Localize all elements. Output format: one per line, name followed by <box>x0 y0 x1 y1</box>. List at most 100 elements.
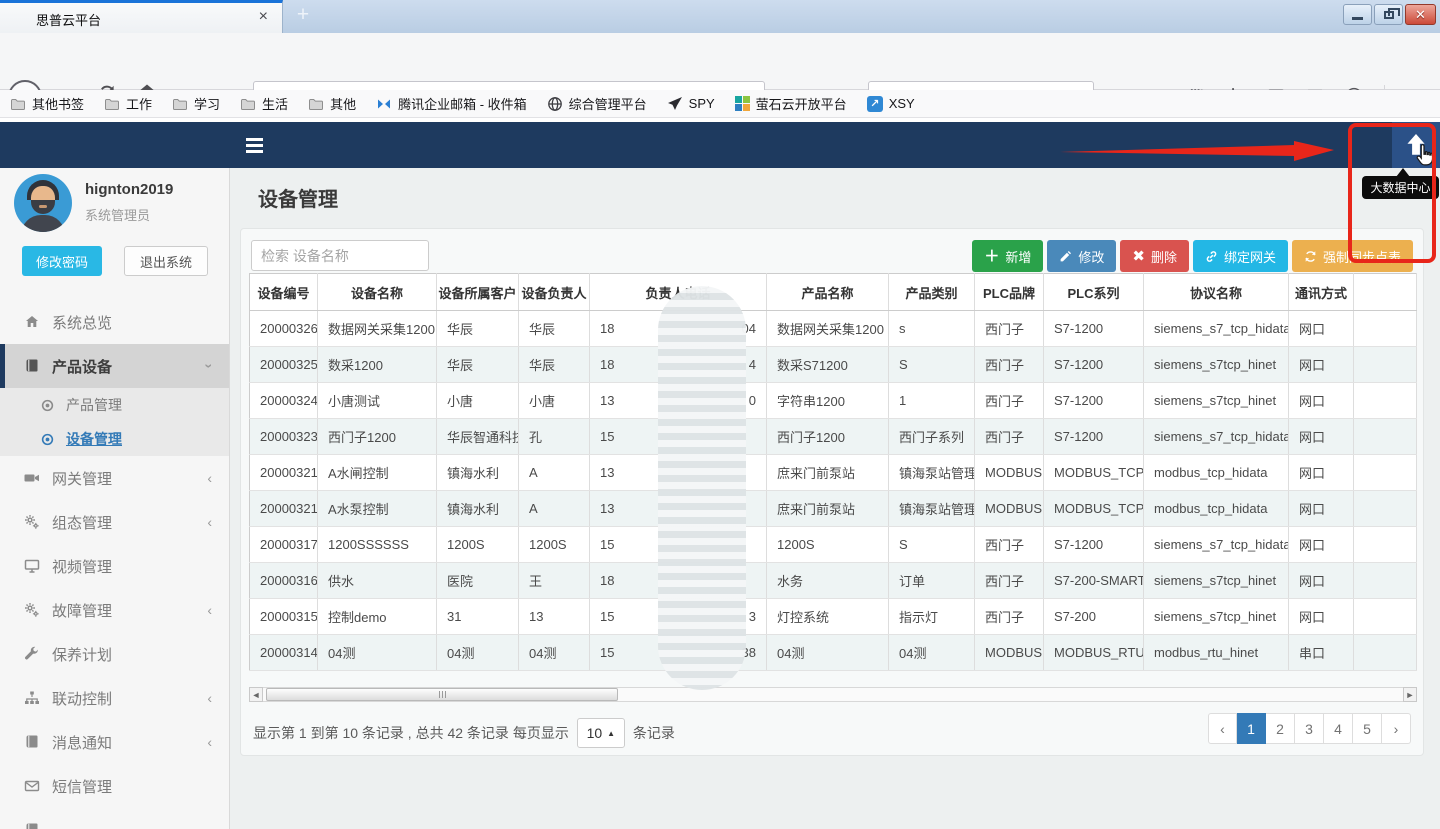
cell-comm: 串口 <box>1289 635 1354 671</box>
cell-comm: 网口 <box>1289 527 1354 563</box>
delete-button[interactable]: ✖删除 <box>1120 240 1189 272</box>
column-header[interactable]: 设备编号 <box>250 274 318 311</box>
bind-gateway-button[interactable]: 绑定网关 <box>1193 240 1288 272</box>
bookmark-item[interactable]: 学习 <box>172 94 220 113</box>
column-header[interactable]: 产品名称 <box>767 274 889 311</box>
tab-close-icon[interactable]: × <box>259 8 268 26</box>
cell-owner: 13 <box>519 599 590 635</box>
sidebar-item-gateway-mgmt[interactable]: 网关管理‹ <box>0 456 230 500</box>
bookmark-item[interactable]: 生活 <box>240 94 288 113</box>
xsy-icon: ↗ <box>867 96 883 112</box>
table-row[interactable]: 200003211A水泵控制镇海水利A13庶来门前泵站镇海泵站管理MODBUSM… <box>250 491 1417 527</box>
column-header[interactable]: PLC系列 <box>1044 274 1144 311</box>
tencent-mail-icon <box>376 96 392 112</box>
cell-plc-brand: 西门子 <box>975 563 1044 599</box>
page-1[interactable]: 1 <box>1237 713 1266 744</box>
sidebar-item-sms-mgmt[interactable]: 短信管理 <box>0 764 230 808</box>
bookmark-item[interactable]: SPY <box>667 96 715 112</box>
page-2[interactable]: 2 <box>1266 713 1295 744</box>
table-row[interactable]: 200003248小唐测试小唐小唐130字符串12001西门子S7-1200si… <box>250 383 1417 419</box>
cell-product: 灯控系统 <box>767 599 889 635</box>
column-header[interactable]: 通讯方式 <box>1289 274 1354 311</box>
table-row[interactable]: 200003230西门子1200华辰智通科技孔15西门子1200西门子系列西门子… <box>250 419 1417 455</box>
cell-protocol: modbus_tcp_hidata <box>1144 455 1289 491</box>
minimize-button[interactable] <box>1343 4 1372 25</box>
new-tab-button[interactable]: + <box>288 2 318 30</box>
cell-owner: A <box>519 491 590 527</box>
table-row[interactable]: 200003256数采1200华辰华辰184数采S71200S西门子S7-120… <box>250 347 1417 383</box>
page-title: 设备管理 <box>258 183 338 212</box>
device-search[interactable] <box>251 240 429 271</box>
page-5[interactable]: 5 <box>1353 713 1382 744</box>
table-row[interactable]: 200003212A水闸控制镇海水利A13庶来门前泵站镇海泵站管理MODBUSM… <box>250 455 1417 491</box>
scroll-thumb[interactable] <box>266 688 618 701</box>
bookmark-label: 工作 <box>126 94 152 113</box>
column-header[interactable]: PLC品牌 <box>975 274 1044 311</box>
bookmark-item[interactable]: ↗ XSY <box>867 96 915 112</box>
table-row[interactable]: 2000031771200SSSSSS1200S1200S151200SS西门子… <box>250 527 1417 563</box>
cell-owner: 1200S <box>519 527 590 563</box>
close-icon: ✕ <box>1415 7 1426 23</box>
bookmark-item[interactable]: 萤石云开放平台 <box>735 94 847 113</box>
table-row[interactable]: 20000314904测04测04测153804测04测MODBUSMODBUS… <box>250 635 1417 671</box>
close-button[interactable]: ✕ <box>1405 4 1436 25</box>
column-header[interactable]: 设备名称 <box>318 274 437 311</box>
table-row[interactable]: 200003152控制demo3113153灯控系统指示灯西门子S7-200si… <box>250 599 1417 635</box>
cell-customer: 镇海水利 <box>437 455 519 491</box>
cell-plc-series: S7-1200 <box>1044 383 1144 419</box>
sidebar-item-overview[interactable]: 系统总览 <box>0 300 230 344</box>
sidebar-item-partial[interactable] <box>0 808 230 829</box>
logout-button[interactable]: 退出系统 <box>124 246 208 276</box>
sidebar-item-video-mgmt[interactable]: 视频管理 <box>0 544 230 588</box>
scroll-left-arrow[interactable]: ◄ <box>249 687 263 702</box>
sidebar-item-label: 设备管理 <box>66 429 122 449</box>
bookmark-item[interactable]: 其他 <box>308 94 356 113</box>
cell-comm: 网口 <box>1289 455 1354 491</box>
cell-plc-brand: 西门子 <box>975 383 1044 419</box>
sidebar-item-config-mgmt[interactable]: 组态管理‹ <box>0 500 230 544</box>
cell-plc-series: S7-1200 <box>1044 347 1144 383</box>
cell-owner: A <box>519 455 590 491</box>
change-password-button[interactable]: 修改密码 <box>22 246 102 276</box>
sidebar-item-label: 产品管理 <box>66 395 122 415</box>
bookmark-item[interactable]: 腾讯企业邮箱 - 收件箱 <box>376 94 527 113</box>
device-search-input[interactable] <box>261 248 419 264</box>
sidebar-item-product-device[interactable]: 产品设备› <box>0 344 230 388</box>
page-prev[interactable]: ‹ <box>1208 713 1237 744</box>
bookmark-item[interactable]: 综合管理平台 <box>547 94 647 113</box>
chevron-left-icon: ‹ <box>207 602 212 618</box>
page-next[interactable]: › <box>1382 713 1411 744</box>
scroll-right-arrow[interactable]: ► <box>1403 687 1417 702</box>
column-header[interactable]: 产品类别 <box>889 274 975 311</box>
table-row[interactable]: 200003165供水医院王18水务订单西门子S7-200-SMARTsieme… <box>250 563 1417 599</box>
sidebar-item-maintenance-plan[interactable]: 保养计划 <box>0 632 230 676</box>
tab-title: 思普云平台 <box>36 10 101 29</box>
avatar[interactable] <box>14 174 72 232</box>
sidebar-item-device-mgmt[interactable]: 设备管理 <box>0 422 230 456</box>
bookmark-item[interactable]: 其他书签 <box>10 94 84 113</box>
device-table: 设备编号设备名称设备所属客户设备负责人负责人电话产品名称产品类别PLC品牌PLC… <box>249 273 1417 671</box>
sidebar-item-product-mgmt[interactable]: 产品管理 <box>0 388 230 422</box>
sidebar: hignton2019 系统管理员 修改密码 退出系统 系统总览产品设备›产品管… <box>0 168 230 829</box>
sidebar-toggle-icon[interactable] <box>246 138 263 153</box>
sidebar-item-fault-mgmt[interactable]: 故障管理‹ <box>0 588 230 632</box>
sidebar-item-message-notify[interactable]: 消息通知‹ <box>0 720 230 764</box>
browser-tab[interactable]: 思普云平台 × <box>0 0 283 33</box>
page-3[interactable]: 3 <box>1295 713 1324 744</box>
chevron-left-icon: ‹ <box>207 514 212 530</box>
horizontal-scrollbar[interactable]: ◄ ► <box>249 687 1417 702</box>
column-header[interactable]: 设备负责人 <box>519 274 590 311</box>
page-4[interactable]: 4 <box>1324 713 1353 744</box>
add-button[interactable]: ＋新增 <box>972 240 1043 272</box>
sidebar-item-linkage-control[interactable]: 联动控制‹ <box>0 676 230 720</box>
scroll-track[interactable] <box>263 687 1403 702</box>
cell-customer: 华辰 <box>437 311 519 347</box>
column-header[interactable]: 协议名称 <box>1144 274 1289 311</box>
table-row[interactable]: 200003260数据网关采集1200华辰华辰1804数据网关采集1200s西门… <box>250 311 1417 347</box>
bookmark-item[interactable]: 工作 <box>104 94 152 113</box>
column-header[interactable]: 设备所属客户 <box>437 274 519 311</box>
edit-button[interactable]: 修改 <box>1047 240 1116 272</box>
page-size-select[interactable]: 10 ▲ <box>577 718 625 748</box>
bookmark-label: XSY <box>889 96 915 111</box>
restore-button[interactable] <box>1374 4 1403 25</box>
